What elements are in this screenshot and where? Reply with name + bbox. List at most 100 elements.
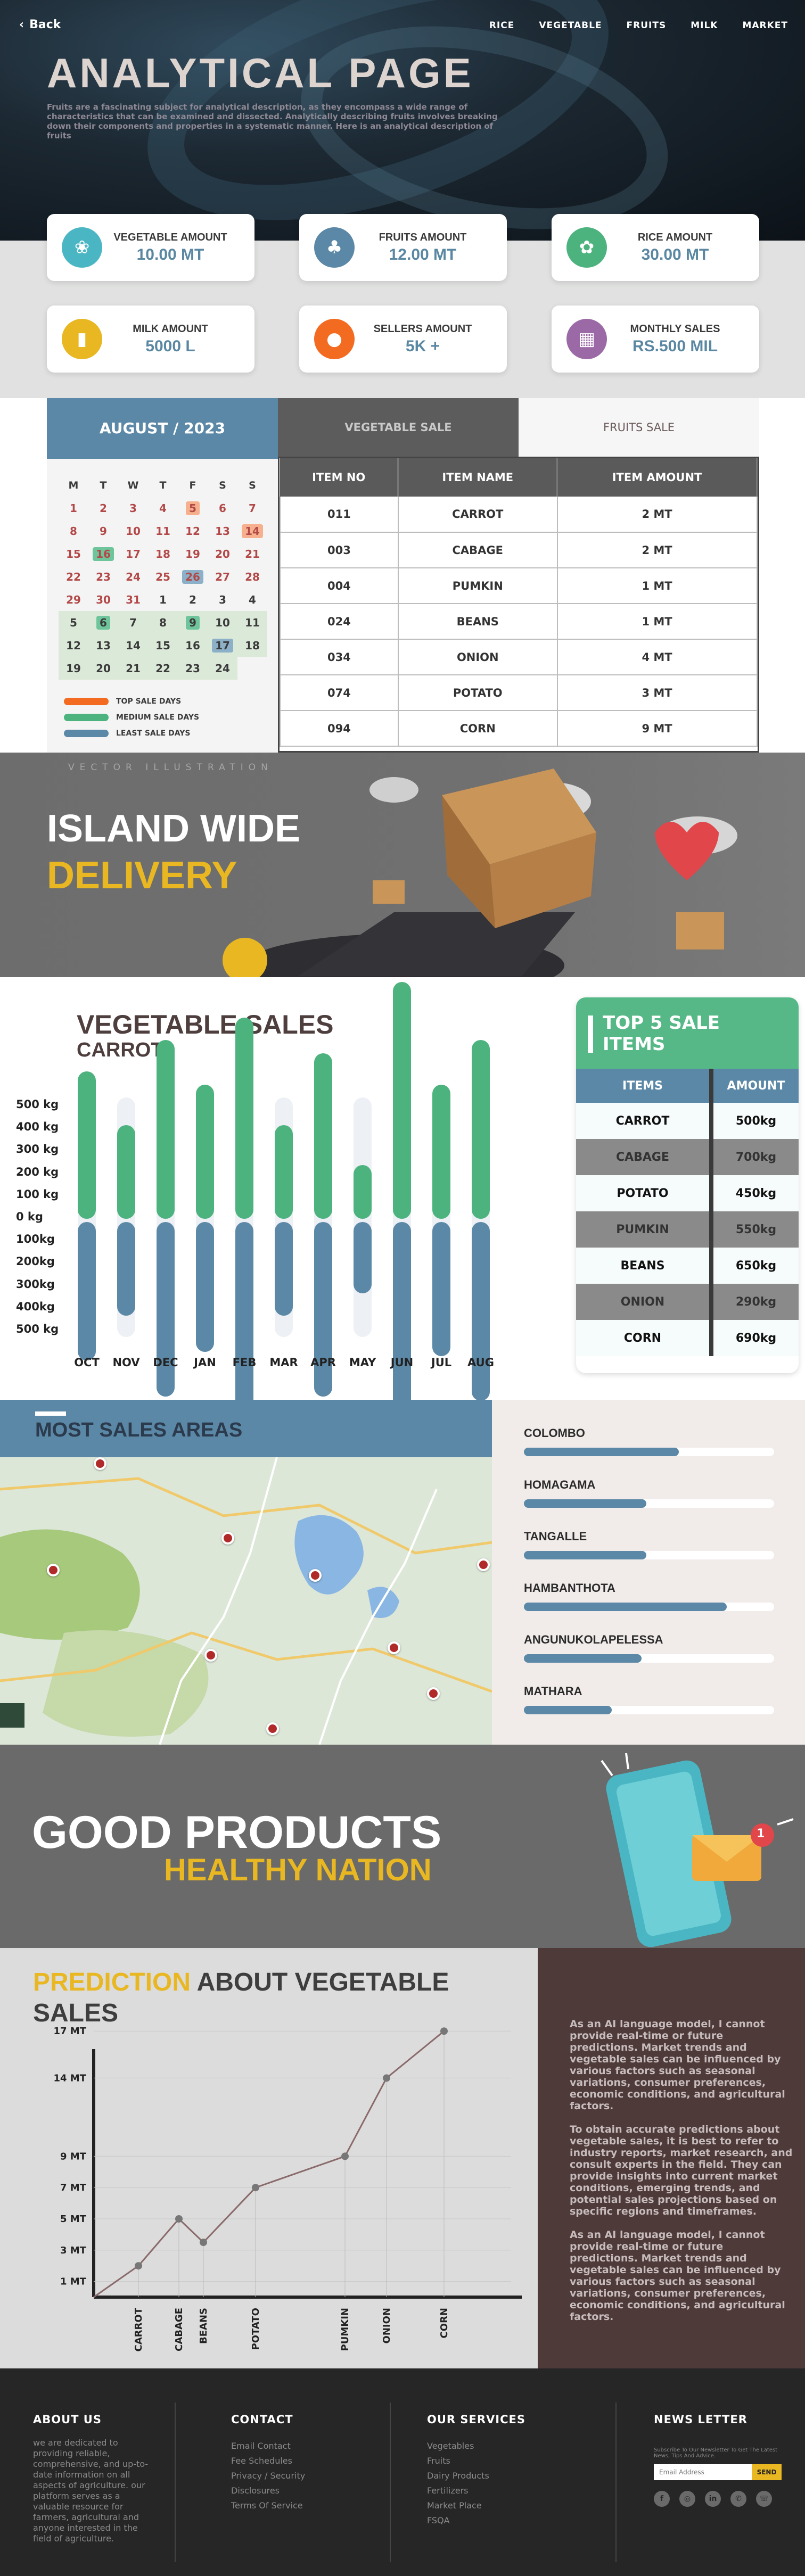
calendar-day[interactable]: 14 <box>118 634 148 657</box>
calendar-day[interactable]: 23 <box>178 657 208 680</box>
calendar-day[interactable]: 3 <box>118 497 148 519</box>
calendar-day[interactable]: 5 <box>59 611 88 634</box>
top5-row[interactable]: BEANS 650kg <box>576 1248 799 1284</box>
footer-contact-link[interactable]: Disclosures <box>231 2483 305 2498</box>
calendar-day[interactable]: 9 <box>88 519 118 542</box>
calendar-day[interactable]: 25 <box>148 565 178 588</box>
table-row[interactable]: 004 PUMKIN 1 MT <box>280 568 758 604</box>
calendar-day[interactable]: 8 <box>148 611 178 634</box>
calendar-day[interactable]: 10 <box>118 519 148 542</box>
calendar-day[interactable]: 17 <box>208 634 237 657</box>
calendar-day[interactable]: 21 <box>118 657 148 680</box>
footer-service-link[interactable]: Market Place <box>427 2498 489 2513</box>
calendar-day[interactable]: 9 <box>178 611 208 634</box>
map-pin[interactable] <box>477 1558 490 1571</box>
linkedin-icon[interactable]: in <box>705 2491 721 2507</box>
calendar-day[interactable]: 26 <box>178 565 208 588</box>
calendar-day[interactable]: 16 <box>88 542 118 565</box>
footer-service-link[interactable]: Fruits <box>427 2454 489 2468</box>
calendar-day[interactable]: 5 <box>178 497 208 519</box>
calendar-day[interactable]: 22 <box>148 657 178 680</box>
nav-rice[interactable]: RICE <box>489 20 515 31</box>
nav-fruits[interactable]: FRUITS <box>627 20 667 31</box>
footer-contact-link[interactable]: Fee Schedules <box>231 2454 305 2468</box>
calendar-day[interactable]: 24 <box>118 565 148 588</box>
tab-fruits-sale[interactable]: FRUITS SALE <box>519 398 759 457</box>
table-row[interactable]: 034 ONION 4 MT <box>280 639 758 675</box>
table-row[interactable]: 074 POTATO 3 MT <box>280 675 758 711</box>
calendar-day[interactable]: 1 <box>59 497 88 519</box>
back-button[interactable]: ‹ Back <box>19 18 61 31</box>
nav-vegetable[interactable]: VEGETABLE <box>539 20 602 31</box>
calendar-day[interactable]: 13 <box>88 634 118 657</box>
calendar-day[interactable]: 24 <box>208 657 237 680</box>
calendar-day[interactable]: 18 <box>237 634 267 657</box>
phone-icon[interactable]: ☏ <box>756 2491 772 2507</box>
calendar-day[interactable]: 3 <box>208 588 237 611</box>
instagram-icon[interactable]: ◎ <box>679 2491 695 2507</box>
footer-contact-link[interactable]: Terms Of Service <box>231 2498 305 2513</box>
map-pin[interactable] <box>388 1641 400 1654</box>
calendar-day[interactable]: 4 <box>237 588 267 611</box>
footer-service-link[interactable]: Fertilizers <box>427 2483 489 2498</box>
calendar-day[interactable]: 22 <box>59 565 88 588</box>
map-pin[interactable] <box>266 1722 279 1735</box>
table-row[interactable]: 011 CARROT 2 MT <box>280 497 758 533</box>
footer-service-link[interactable]: Vegetables <box>427 2439 489 2454</box>
map-pin[interactable] <box>204 1649 217 1662</box>
calendar-day[interactable]: 11 <box>237 611 267 634</box>
calendar-day[interactable]: 2 <box>88 497 118 519</box>
calendar-day[interactable]: 12 <box>178 519 208 542</box>
calendar-day[interactable]: 11 <box>148 519 178 542</box>
calendar-day[interactable]: 30 <box>88 588 118 611</box>
top5-row[interactable]: POTATO 450kg <box>576 1175 799 1211</box>
calendar-day[interactable]: 13 <box>208 519 237 542</box>
top5-row[interactable]: PUMKIN 550kg <box>576 1211 799 1248</box>
map-pin[interactable] <box>427 1687 440 1700</box>
calendar-day[interactable]: 28 <box>237 565 267 588</box>
table-row[interactable]: 003 CABAGE 2 MT <box>280 532 758 568</box>
calendar-day[interactable]: 7 <box>118 611 148 634</box>
whatsapp-icon[interactable]: ✆ <box>730 2491 746 2507</box>
footer-contact-link[interactable]: Email Contact <box>231 2439 305 2454</box>
calendar-day[interactable]: 19 <box>59 657 88 680</box>
footer-service-link[interactable]: Dairy Products <box>427 2468 489 2483</box>
calendar-day[interactable]: 1 <box>148 588 178 611</box>
calendar-day[interactable]: 15 <box>148 634 178 657</box>
calendar-day[interactable]: 17 <box>118 542 148 565</box>
top5-row[interactable]: CABAGE 700kg <box>576 1139 799 1175</box>
tab-vegetable-sale[interactable]: VEGETABLE SALE <box>278 398 519 457</box>
calendar-day[interactable]: 7 <box>237 497 267 519</box>
calendar-day[interactable]: 4 <box>148 497 178 519</box>
map[interactable] <box>0 1457 492 1745</box>
footer-service-link[interactable]: FSQA <box>427 2513 489 2528</box>
top5-row[interactable]: CARROT 500kg <box>576 1103 799 1139</box>
top5-row[interactable]: CORN 690kg <box>576 1320 799 1356</box>
calendar-day[interactable]: 19 <box>178 542 208 565</box>
nav-milk[interactable]: MILK <box>691 20 718 31</box>
calendar-day[interactable]: 10 <box>208 611 237 634</box>
calendar-day[interactable]: 20 <box>208 542 237 565</box>
table-row[interactable]: 094 CORN 9 MT <box>280 711 758 747</box>
map-pin[interactable] <box>47 1564 60 1576</box>
calendar-day[interactable]: 18 <box>148 542 178 565</box>
calendar-day[interactable]: 8 <box>59 519 88 542</box>
map-pin[interactable] <box>94 1457 106 1470</box>
table-row[interactable]: 024 BEANS 1 MT <box>280 604 758 640</box>
calendar-day[interactable]: 23 <box>88 565 118 588</box>
footer-contact-link[interactable]: Privacy / Security <box>231 2468 305 2483</box>
map-pin[interactable] <box>221 1532 234 1545</box>
map-pin[interactable] <box>309 1569 322 1582</box>
calendar-day[interactable]: 16 <box>178 634 208 657</box>
calendar-day[interactable]: 27 <box>208 565 237 588</box>
newsletter-send-button[interactable]: SEND <box>752 2464 782 2480</box>
calendar-day[interactable]: 15 <box>59 542 88 565</box>
newsletter-email-input[interactable] <box>654 2464 752 2480</box>
calendar-day[interactable]: 14 <box>237 519 267 542</box>
nav-market[interactable]: MARKET <box>742 20 788 31</box>
facebook-icon[interactable]: f <box>654 2491 670 2507</box>
calendar-day[interactable]: 12 <box>59 634 88 657</box>
calendar-day[interactable]: 21 <box>237 542 267 565</box>
calendar-day[interactable]: 6 <box>208 497 237 519</box>
calendar-day[interactable]: 6 <box>88 611 118 634</box>
